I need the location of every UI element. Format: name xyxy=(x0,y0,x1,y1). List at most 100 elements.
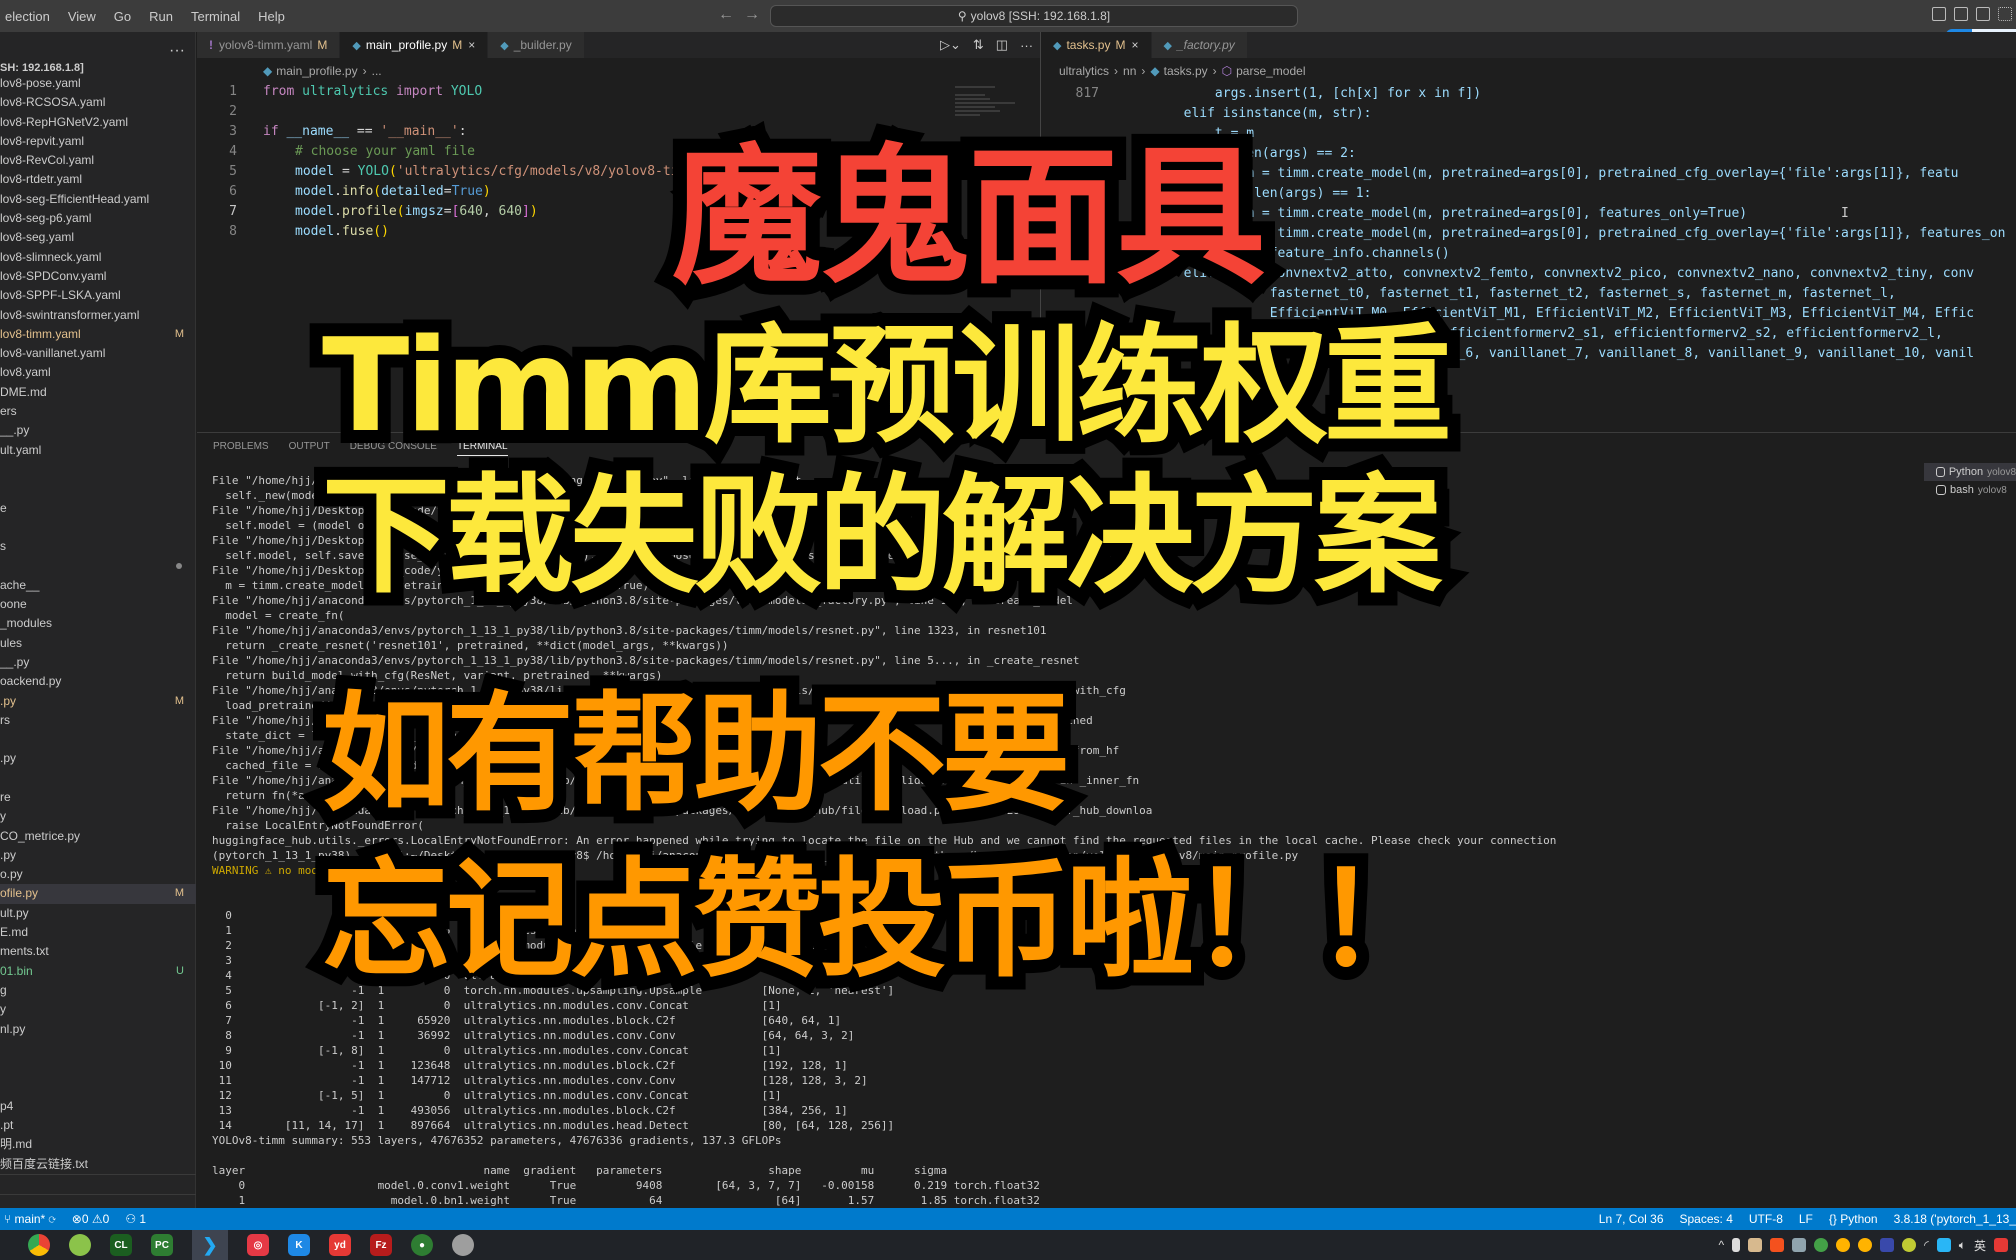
file-tree-item[interactable]: lov8-swintransformer.yaml xyxy=(0,306,196,325)
file-tree-item[interactable]: .py M xyxy=(0,692,196,711)
file-tree-item[interactable]: lov8-RCSOSA.yaml xyxy=(0,93,196,112)
file-tree-item[interactable]: nl.py xyxy=(0,1020,196,1039)
ports-indicator[interactable]: ⚇ 1 xyxy=(125,1212,146,1226)
git-branch[interactable]: ⑂ main* ⟳ xyxy=(4,1212,56,1226)
tray-app-icon[interactable] xyxy=(1792,1238,1807,1252)
menu-go[interactable]: Go xyxy=(105,9,140,24)
tab-problems[interactable]: PROBLEMS xyxy=(213,441,269,456)
file-tree-item[interactable]: e xyxy=(0,499,196,518)
file-tree-item[interactable] xyxy=(0,479,196,498)
terminal-bash[interactable]: bash yolov8 xyxy=(1924,481,2016,499)
language-mode[interactable]: {} Python xyxy=(1829,1212,1878,1226)
file-tree-item[interactable]: s xyxy=(0,537,196,556)
problems-count[interactable]: ⊗0 ⚠0 xyxy=(72,1212,110,1226)
file-tree-item[interactable]: __.py xyxy=(0,653,196,672)
breadcrumb-symbol[interactable]: ... xyxy=(372,64,382,78)
run-debug-icon[interactable]: ▷⌄ xyxy=(940,37,961,53)
file-tree-item[interactable]: lov8-timm.yaml M xyxy=(0,325,196,344)
file-tree-item[interactable]: lov8.yaml xyxy=(0,363,196,382)
forward-arrow-icon[interactable]: → xyxy=(744,6,770,23)
command-center[interactable]: ⚲ yolov8 [SSH: 192.168.1.8] xyxy=(770,5,1298,27)
file-tree-item[interactable]: ofile.py M xyxy=(0,884,196,904)
file-tree-item[interactable]: lov8-SPDConv.yaml xyxy=(0,267,196,286)
file-tree-item[interactable]: lov8-SPPF-LSKA.yaml xyxy=(0,286,196,305)
end-of-line[interactable]: LF xyxy=(1799,1212,1813,1226)
file-tree-item[interactable] xyxy=(0,1039,196,1058)
green-app-icon[interactable] xyxy=(69,1234,91,1256)
file-tree-item[interactable]: 明.md xyxy=(0,1135,196,1154)
photo-app-icon[interactable] xyxy=(452,1234,474,1256)
compare-changes-icon[interactable]: ⇅ xyxy=(973,37,984,53)
menu-help[interactable]: Help xyxy=(249,9,294,24)
file-tree-item[interactable]: y xyxy=(0,807,196,826)
file-tree-item[interactable]: ments.txt xyxy=(0,942,196,961)
file-tree-item[interactable]: .py xyxy=(0,846,196,865)
file-tree-item[interactable]: lov8-vanillanet.yaml xyxy=(0,344,196,363)
microphone-icon[interactable] xyxy=(1732,1238,1741,1252)
file-tree-item[interactable]: o.py xyxy=(0,865,196,884)
toggle-secondary-sidebar-icon[interactable] xyxy=(1976,7,1990,21)
tab-builder-py[interactable]: ◆ _builder.py xyxy=(488,32,585,58)
file-tree-item[interactable]: lov8-seg-EfficientHead.yaml xyxy=(0,190,196,209)
back-arrow-icon[interactable]: ← xyxy=(718,6,744,23)
file-tree-item[interactable]: .pt xyxy=(0,1116,196,1135)
menu-view[interactable]: View xyxy=(59,9,105,24)
tab-main-profile-py[interactable]: ◆ main_profile.py M × xyxy=(340,32,489,58)
indentation[interactable]: Spaces: 4 xyxy=(1680,1212,1733,1226)
file-tree-item[interactable] xyxy=(0,730,196,749)
file-tree-item[interactable] xyxy=(0,1058,196,1077)
file-tree-item[interactable]: ult.yaml xyxy=(0,441,196,460)
file-tree-item[interactable] xyxy=(0,518,196,537)
sync-icon[interactable]: ⟳ xyxy=(49,1212,56,1226)
more-actions-icon[interactable]: ··· xyxy=(169,42,185,60)
breadcrumb-symbol[interactable]: parse_model xyxy=(1236,64,1305,78)
python-interpreter[interactable]: 3.8.18 ('pytorch_1_13_ xyxy=(1894,1212,2016,1226)
breadcrumb-folder[interactable]: ultralytics xyxy=(1059,64,1109,78)
wechat-tray-icon[interactable] xyxy=(1814,1238,1829,1252)
qq-icon[interactable] xyxy=(1836,1238,1851,1252)
file-tree-item[interactable]: oone xyxy=(0,595,196,614)
tray-app-icon[interactable] xyxy=(1902,1238,1917,1252)
more-actions-icon[interactable]: ··· xyxy=(1020,38,1033,53)
file-tree-item[interactable] xyxy=(0,556,196,575)
file-tree-item[interactable]: p4 xyxy=(0,1097,196,1116)
file-tree-item[interactable]: oackend.py xyxy=(0,672,196,691)
tab-yolov8-timm-yaml[interactable]: ! yolov8-timm.yaml M xyxy=(197,32,341,58)
file-tree-item[interactable]: y xyxy=(0,1000,196,1019)
file-tree-item[interactable]: lov8-RepHGNetV2.yaml xyxy=(0,113,196,132)
file-tree-item[interactable]: g xyxy=(0,981,196,1000)
menu-selection[interactable]: election xyxy=(0,9,59,24)
tray-app-icon[interactable] xyxy=(1770,1238,1785,1252)
tab-tasks-py[interactable]: ◆ tasks.py M × xyxy=(1041,32,1152,58)
file-tree-item[interactable]: lov8-seg-p6.yaml xyxy=(0,209,196,228)
file-tree-item[interactable]: __.py xyxy=(0,421,196,440)
tab-factory-py[interactable]: ◆ _factory.py xyxy=(1151,32,1248,58)
close-tab-icon[interactable]: × xyxy=(1131,38,1138,52)
file-tree-item[interactable]: lov8-slimneck.yaml xyxy=(0,248,196,267)
toggle-panel-icon[interactable] xyxy=(1954,7,1968,21)
file-tree-item[interactable]: CO_metrice.py xyxy=(0,827,196,846)
clion-icon[interactable]: CL xyxy=(110,1234,132,1256)
file-tree-item[interactable]: E.md xyxy=(0,923,196,942)
split-editor-icon[interactable]: ◫ xyxy=(996,37,1008,53)
vscode-icon[interactable]: ❯ xyxy=(192,1230,228,1260)
file-tree-item[interactable]: lov8-rtdetr.yaml xyxy=(0,170,196,189)
file-tree-item[interactable]: 01.bin U xyxy=(0,962,196,981)
wifi-icon[interactable]: ◜ xyxy=(1924,1238,1929,1252)
customize-layout-icon[interactable] xyxy=(1998,7,2012,21)
encoding[interactable]: UTF-8 xyxy=(1749,1212,1783,1226)
wechat-icon[interactable]: ● xyxy=(411,1234,433,1256)
pycharm-icon[interactable]: PC xyxy=(151,1234,173,1256)
breadcrumb-folder[interactable]: nn xyxy=(1123,64,1136,78)
file-tree-item[interactable]: lov8-pose.yaml xyxy=(0,74,196,93)
file-tree-item[interactable]: lov8-seg.yaml xyxy=(0,228,196,247)
file-tree-item[interactable]: rs xyxy=(0,711,196,730)
file-tree-item[interactable]: ers xyxy=(0,402,196,421)
youdao-icon[interactable]: yd xyxy=(329,1234,351,1256)
file-tree-item[interactable]: ult.py xyxy=(0,904,196,923)
terminal-python[interactable]: Python yolov8 xyxy=(1924,463,2016,481)
menu-terminal[interactable]: Terminal xyxy=(182,9,249,24)
file-tree-item[interactable] xyxy=(0,460,196,479)
toggle-sidebar-icon[interactable] xyxy=(1932,7,1946,21)
netease-music-icon[interactable]: ◎ xyxy=(247,1234,269,1256)
